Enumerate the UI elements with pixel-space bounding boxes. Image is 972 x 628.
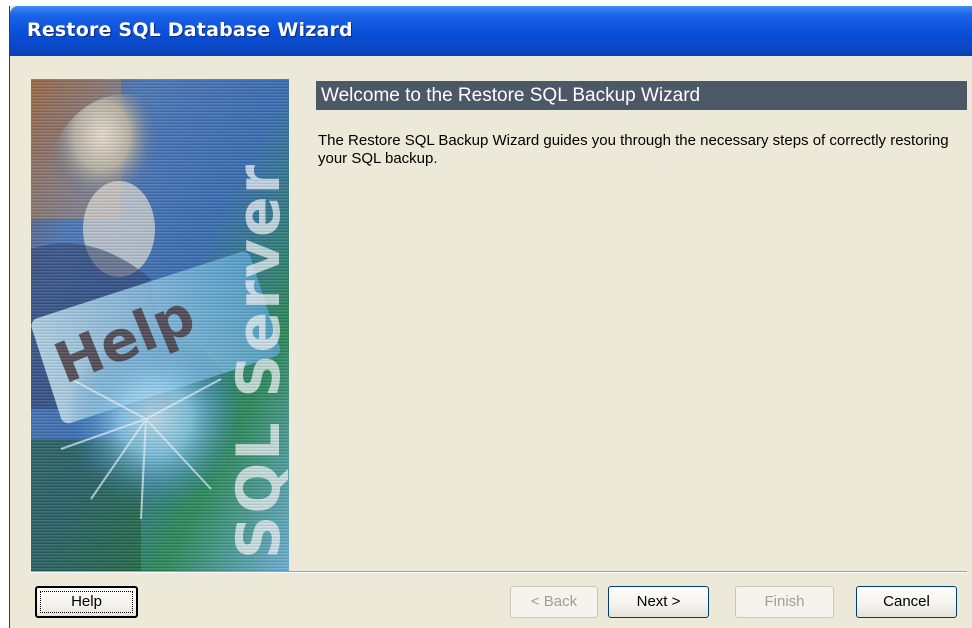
wizard-window: Restore SQL Database Wizard Help SQL Ser… — [9, 6, 972, 628]
cancel-button-label: Cancel — [883, 593, 930, 610]
next-button[interactable]: Next > — [608, 586, 709, 618]
next-button-label: Next > — [636, 593, 681, 610]
button-separator — [31, 571, 967, 573]
cancel-button[interactable]: Cancel — [856, 586, 957, 618]
wizard-side-image: Help SQL Server — [31, 79, 289, 572]
intro-description: The Restore SQL Backup Wizard guides you… — [318, 132, 949, 167]
back-button[interactable]: < Back — [510, 586, 598, 618]
window-title: Restore SQL Database Wizard — [27, 19, 353, 41]
welcome-heading: Welcome to the Restore SQL Backup Wizard — [316, 81, 967, 110]
help-button-label: Help — [71, 593, 102, 610]
title-bar[interactable]: Restore SQL Database Wizard — [10, 6, 972, 56]
finish-button-label: Finish — [764, 593, 805, 610]
side-image-product-text: SQL Server — [224, 163, 289, 559]
help-button[interactable]: Help — [35, 586, 138, 618]
back-button-label: < Back — [530, 593, 578, 610]
finish-button[interactable]: Finish — [735, 586, 834, 618]
